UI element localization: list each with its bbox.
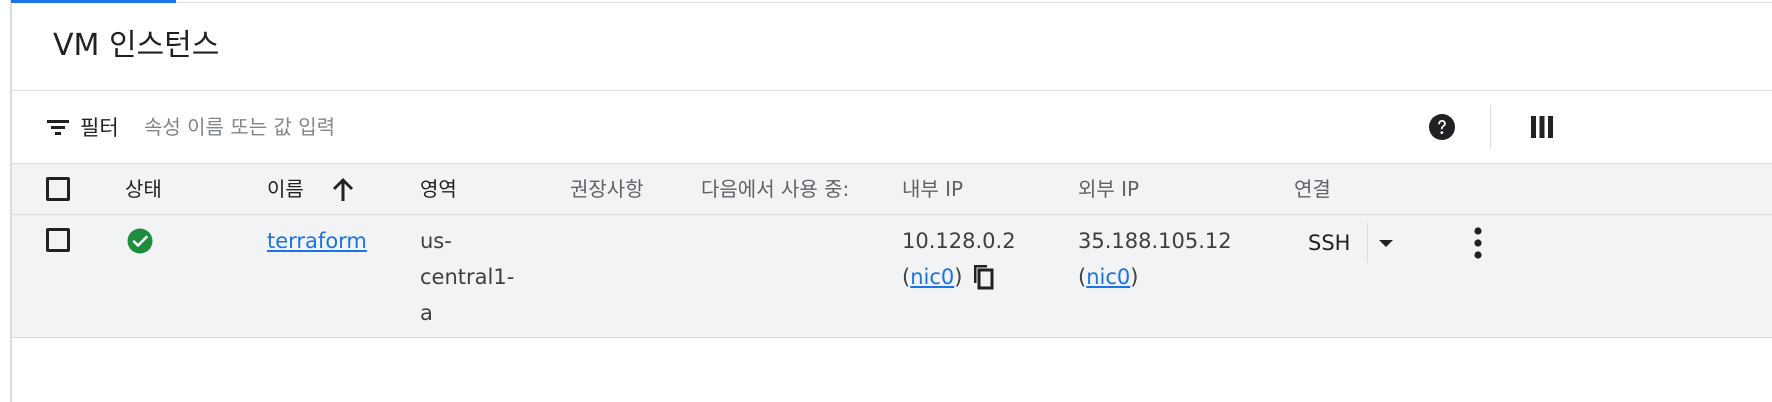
external-nic: (nic0) [1078, 259, 1138, 295]
paren-close: ) [1130, 265, 1139, 289]
paren-open: ( [1078, 265, 1087, 289]
column-header-connect[interactable]: 연결 [1294, 164, 1331, 214]
zone-line-3: a [420, 301, 433, 325]
columns-icon[interactable] [1530, 115, 1554, 139]
paren-close: ) [954, 265, 963, 289]
toolbar-divider [1490, 105, 1491, 149]
column-header-status[interactable]: 상태 [125, 164, 162, 214]
external-nic-link[interactable]: nic0 [1086, 265, 1130, 289]
filter-bar: 필터 [12, 91, 1772, 163]
internal-ip-value: 10.128.0.2 [902, 229, 1016, 253]
filter-icon [47, 120, 69, 135]
dropdown-arrow-icon[interactable] [1374, 231, 1398, 255]
select-all-checkbox[interactable] [46, 177, 70, 201]
active-tab-indicator [11, 0, 176, 3]
page-title: VM 인스턴스 [53, 28, 220, 63]
paren-open: ( [902, 265, 911, 289]
zone-line-2: central1- [420, 265, 515, 289]
copy-icon[interactable] [972, 264, 994, 290]
column-header-internal-ip[interactable]: 내부 IP [902, 164, 963, 214]
filter-button[interactable]: 필터 [46, 109, 119, 145]
instance-name-link[interactable]: terraform [267, 223, 367, 259]
zone-line-1: us- [420, 229, 452, 253]
table-row: terraform us- central1- a 10.128.0.2 (ni… [12, 215, 1772, 338]
help-icon[interactable] [1428, 113, 1456, 141]
row-checkbox[interactable] [46, 228, 70, 252]
column-header-recommendation[interactable]: 권장사항 [570, 164, 644, 214]
column-header-in-use-by[interactable]: 다음에서 사용 중: [701, 164, 849, 214]
arrow-up-icon[interactable] [330, 176, 356, 202]
external-ip-value: 35.188.105.12 [1078, 229, 1232, 253]
column-header-external-ip[interactable]: 외부 IP [1078, 164, 1139, 214]
top-border [12, 2, 1772, 3]
check-circle-icon [127, 228, 153, 254]
filter-label: 필터 [80, 116, 119, 140]
column-header-zone[interactable]: 영역 [420, 164, 457, 214]
column-header-name[interactable]: 이름 [267, 164, 304, 214]
internal-nic: (nic0) [902, 259, 962, 295]
ssh-divider [1367, 223, 1368, 263]
internal-nic-link[interactable]: nic0 [910, 265, 954, 289]
more-vert-icon[interactable] [1466, 225, 1490, 261]
ssh-button[interactable]: SSH [1308, 225, 1350, 261]
filter-input[interactable] [144, 109, 1344, 145]
table-header: 상태 이름 영역 권장사항 다음에서 사용 중: 내부 IP 외부 IP 연결 [12, 163, 1772, 215]
